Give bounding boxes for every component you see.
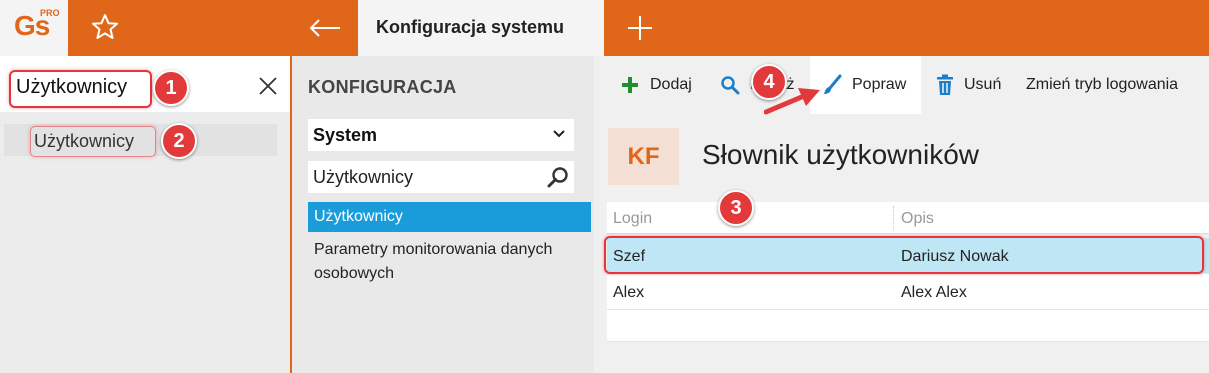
table-row[interactable]: Alex Alex Alex [607,274,1209,310]
column-header-opis[interactable]: Opis [901,210,934,228]
edit-button[interactable]: Popraw [810,56,921,114]
section-select-value: System [313,125,378,145]
cell-login: Alex [613,284,645,301]
logo-superscript: PRO [40,8,60,18]
dictionary-panel: Dodaj Pokaż Popraw Usuń Zmień tryb logow… [594,56,1209,373]
table-header: Login Opis [607,202,1209,234]
dictionary-badge: KF [608,128,679,185]
highlight-search-field [9,70,152,108]
star-icon[interactable] [90,12,120,42]
table-empty-row [607,310,1209,342]
close-icon[interactable] [258,76,278,96]
config-item-uzytkownicy[interactable]: Użytkownicy [308,202,591,232]
step-badge-3: 3 [718,190,754,226]
column-divider[interactable] [893,206,894,230]
config-item-label: Użytkownicy [314,208,403,225]
new-tab-button[interactable] [620,10,660,46]
highlight-selected-row [604,236,1204,274]
section-select[interactable]: System [308,119,574,151]
cell-opis: Alex Alex [901,284,967,301]
configuration-panel: KONFIGURACJA System Użytkownicy Użytkown… [292,56,594,373]
app-logo[interactable]: Gs PRO [0,0,68,56]
login-mode-button[interactable]: Zmień tryb logowania [1026,56,1178,114]
plus-icon [628,16,652,40]
tab-title: Konfiguracja systemu [376,17,565,37]
login-mode-label: Zmień tryb logowania [1026,76,1179,93]
edit-button-label: Popraw [852,76,907,93]
delete-button-label: Usuń [964,76,1002,93]
trash-icon [937,74,953,95]
highlight-search-result [30,126,156,157]
config-filter-value: Użytkownicy [313,167,414,187]
tab-konfiguracja[interactable]: Konfiguracja systemu [358,0,604,56]
step-badge-2: 2 [161,123,197,159]
plus-icon [622,77,638,93]
add-button[interactable]: Dodaj [620,56,692,114]
column-header-login[interactable]: Login [613,210,652,228]
search-icon[interactable] [546,165,570,189]
step-badge-1: 1 [153,70,189,106]
toolbar: Dodaj Pokaż Popraw Usuń Zmień tryb logow… [594,56,1209,114]
arrow-left-icon [309,19,340,37]
brush-icon [824,74,842,94]
search-icon [721,76,740,95]
delete-button[interactable]: Usuń [936,56,1001,114]
chevron-down-icon [553,130,565,138]
configuration-header: KONFIGURACJA [308,77,457,97]
page-title: Słownik użytkowników [702,139,979,170]
add-button-label: Dodaj [650,76,692,93]
top-bar: Gs PRO Konfiguracja systemu [0,0,1209,56]
config-item-parametry[interactable]: Parametry monitorowania danych osobowych [314,238,589,286]
config-filter-input[interactable]: Użytkownicy [308,161,574,193]
step-badge-4: 4 [751,64,787,100]
back-button[interactable] [292,0,358,56]
